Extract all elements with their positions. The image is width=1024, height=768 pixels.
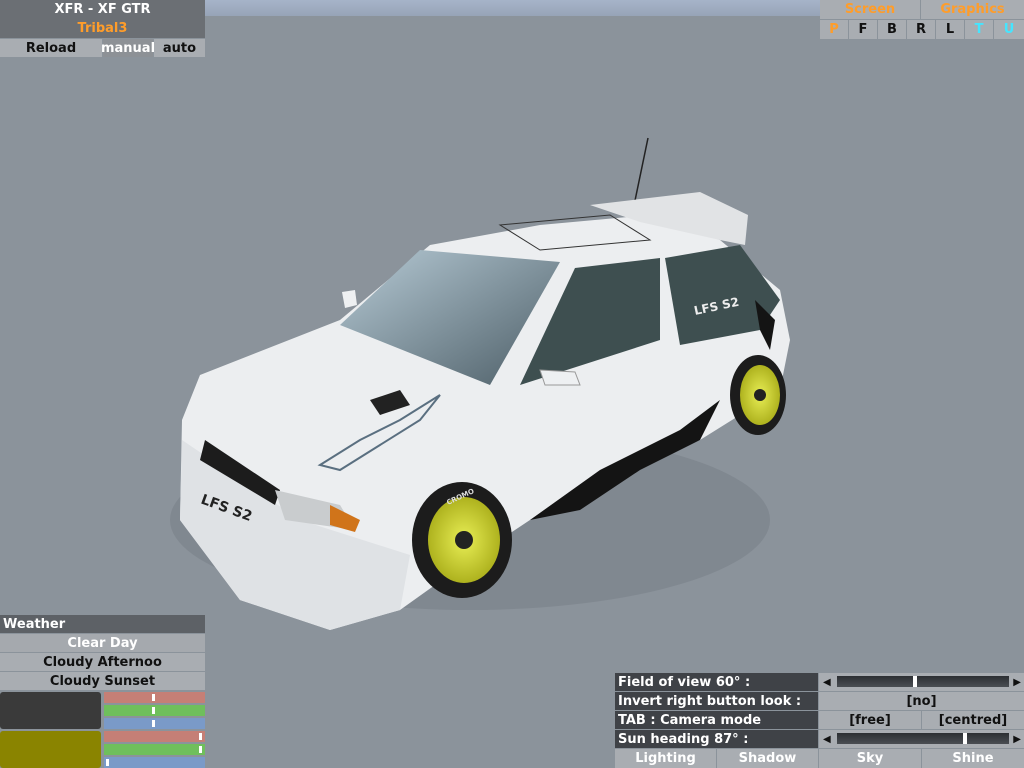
view-letter-f[interactable]: F xyxy=(849,20,877,39)
sun-blue-slider[interactable] xyxy=(104,757,205,768)
invert-look-label: Invert right button look : xyxy=(615,692,818,710)
sun-green-slider[interactable] xyxy=(104,744,205,755)
tab-sky[interactable]: Sky xyxy=(819,749,921,768)
manual-button[interactable]: manual xyxy=(101,39,155,57)
weather-header: Weather xyxy=(0,615,205,633)
weather-panel: Weather Clear Day Cloudy Afternoo Cloudy… xyxy=(0,615,205,768)
ambient-color-swatch[interactable] xyxy=(0,692,101,729)
fov-slider-track[interactable] xyxy=(837,676,1009,687)
camera-mode-free-button[interactable]: [free] xyxy=(819,711,921,729)
weather-option-cloudy-sunset[interactable]: Cloudy Sunset xyxy=(0,672,205,690)
ambient-green-slider[interactable] xyxy=(104,705,205,716)
camera-mode-label: TAB : Camera mode xyxy=(615,711,818,729)
sun-slider-knob[interactable] xyxy=(963,733,967,744)
tab-lighting[interactable]: Lighting xyxy=(615,749,716,768)
car-skin-name[interactable]: Tribal3 xyxy=(0,19,205,38)
weather-option-cloudy-afternoon[interactable]: Cloudy Afternoo xyxy=(0,653,205,671)
tab-shine[interactable]: Shine xyxy=(922,749,1024,768)
fov-slider-knob[interactable] xyxy=(913,676,917,687)
sun-heading-label: Sun heading 87° : xyxy=(615,730,818,748)
fov-slider[interactable]: ◀ ▶ xyxy=(819,673,1024,691)
sun-heading-slider[interactable]: ◀ ▶ xyxy=(819,730,1024,748)
view-letter-r[interactable]: R xyxy=(907,20,935,39)
view-letter-l[interactable]: L xyxy=(936,20,964,39)
car-title: XFR - XF GTR xyxy=(0,0,205,19)
sun-red-slider[interactable] xyxy=(104,731,205,742)
sun-slider-track[interactable] xyxy=(837,733,1009,744)
view-letter-p[interactable]: P xyxy=(820,20,848,39)
tab-shadow[interactable]: Shadow xyxy=(717,749,818,768)
auto-button[interactable]: auto xyxy=(154,39,205,57)
camera-mode-centred-button[interactable]: [centred] xyxy=(922,711,1024,729)
car-panel: XFR - XF GTR Tribal3 Reload manual auto xyxy=(0,0,205,57)
view-letter-t[interactable]: T xyxy=(965,20,993,39)
reload-button[interactable]: Reload xyxy=(0,39,102,57)
sun-right-arrow-icon[interactable]: ▶ xyxy=(1013,734,1021,745)
camera-panel: Field of view 60° : ◀ ▶ Invert right but… xyxy=(615,673,1024,768)
view-letter-b[interactable]: B xyxy=(878,20,906,39)
tab-graphics[interactable]: Graphics xyxy=(921,0,1024,19)
fov-label: Field of view 60° : xyxy=(615,673,818,691)
tab-screen[interactable]: Screen xyxy=(820,0,920,19)
fov-left-arrow-icon[interactable]: ◀ xyxy=(823,677,831,688)
invert-look-toggle[interactable]: [no] xyxy=(819,692,1024,710)
sun-left-arrow-icon[interactable]: ◀ xyxy=(823,734,831,745)
ambient-red-slider[interactable] xyxy=(104,692,205,703)
fov-right-arrow-icon[interactable]: ▶ xyxy=(1013,677,1021,688)
ambient-blue-slider[interactable] xyxy=(104,718,205,729)
view-tabs-panel: Screen Graphics P F B R L T U xyxy=(820,0,1024,39)
sun-color-swatch[interactable] xyxy=(0,731,101,768)
weather-option-clear-day[interactable]: Clear Day xyxy=(0,634,205,652)
view-letter-u[interactable]: U xyxy=(994,20,1024,39)
